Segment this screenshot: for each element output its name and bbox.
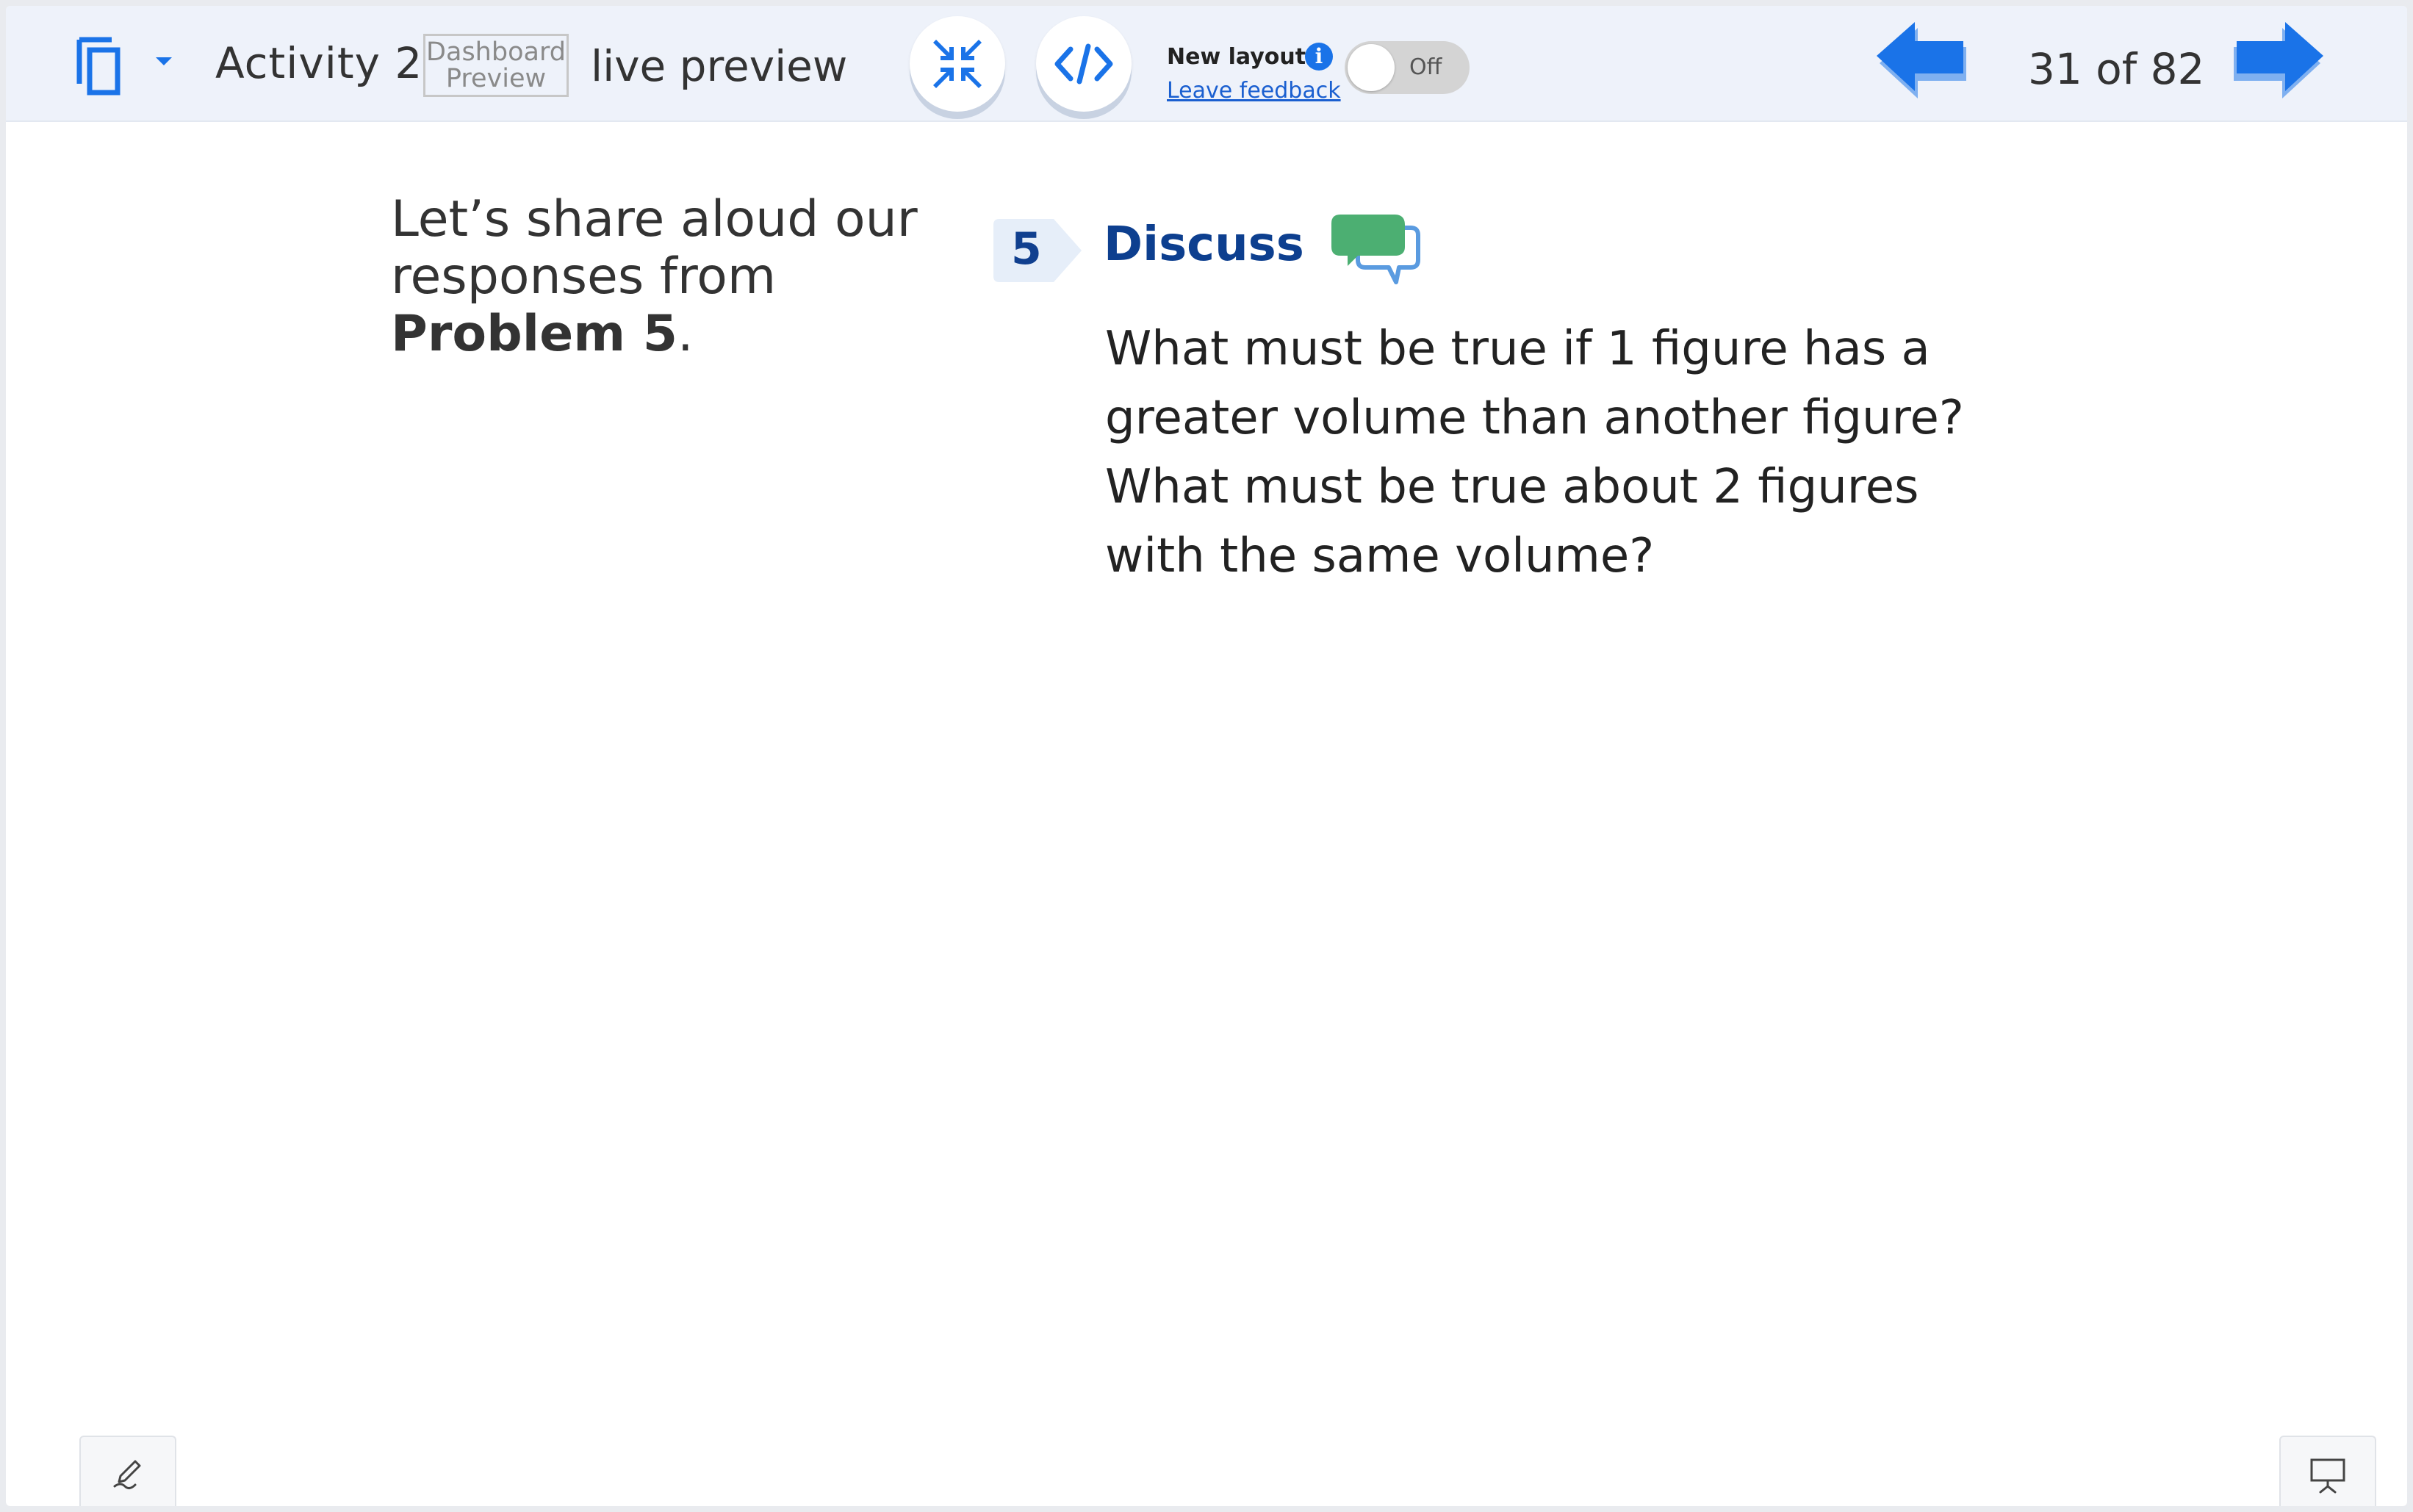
toggle-state-label: Off	[1409, 54, 1442, 80]
presentation-button[interactable]	[2279, 1436, 2376, 1506]
new-layout-label: New layout	[1167, 44, 1306, 70]
chevron-down-icon[interactable]	[145, 47, 182, 76]
leave-feedback-link[interactable]: Leave feedback	[1167, 78, 1341, 104]
app-frame: Activity 2 Dashboard Preview live previe…	[6, 6, 2407, 1506]
top-toolbar: Activity 2 Dashboard Preview live previe…	[6, 6, 2407, 122]
intro-problem-ref: Problem 5	[391, 305, 678, 363]
next-button[interactable]	[2225, 18, 2328, 106]
intro-suffix: .	[677, 305, 694, 363]
presentation-icon	[2310, 1458, 2345, 1494]
toggle-knob	[1348, 44, 1395, 91]
new-layout-toggle[interactable]: Off	[1345, 41, 1470, 94]
intro-prefix: Let’s share aloud our responses from	[391, 190, 918, 306]
previous-button[interactable]	[1872, 18, 1975, 106]
discussion-question: What must be true if 1 figure has a grea…	[1105, 322, 1964, 583]
live-preview-label: live preview	[591, 41, 848, 91]
page-counter: 31 of 82	[2028, 44, 2205, 94]
collapse-icon	[933, 40, 982, 88]
info-icon[interactable]: i	[1305, 43, 1333, 71]
chat-bubbles-icon	[1331, 215, 1420, 284]
dashboard-preview-badge: Dashboard Preview	[423, 34, 569, 97]
activity-title: Activity 2	[215, 38, 423, 88]
arrow-right-icon	[2234, 22, 2323, 98]
intro-text: Let’s share aloud our responses from Pro…	[391, 191, 949, 363]
pen-tool-button[interactable]	[79, 1436, 176, 1506]
copy-icon[interactable]	[73, 32, 132, 98]
badge-line-2: Preview	[445, 64, 547, 93]
badge-line-1: Dashboard	[426, 37, 566, 67]
pen-icon	[113, 1460, 141, 1490]
collapse-button[interactable]	[910, 16, 1005, 112]
code-button[interactable]	[1036, 16, 1132, 112]
arrow-left-icon	[1877, 22, 1966, 98]
step-title: Discuss	[1104, 217, 1304, 272]
code-icon	[1054, 43, 1113, 84]
step-number: 5	[1011, 223, 1042, 275]
